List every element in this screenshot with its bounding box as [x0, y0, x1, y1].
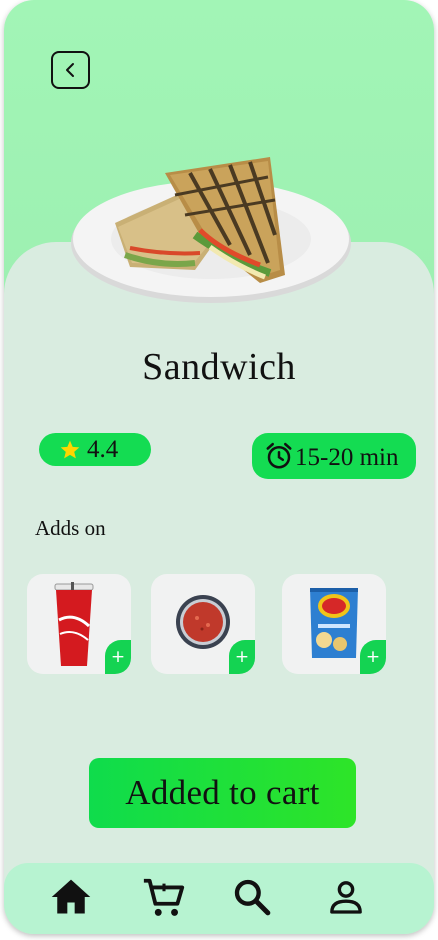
addon-item-chips[interactable]: +	[282, 574, 386, 674]
prep-time-value: 15-20 min	[295, 444, 399, 471]
star-icon	[60, 440, 80, 458]
addons-heading: Adds on	[35, 516, 106, 540]
chips-bag-icon	[310, 588, 358, 658]
tomato-soup-icon	[176, 595, 230, 649]
profile-icon[interactable]	[326, 877, 366, 917]
chevron-left-icon	[65, 63, 74, 77]
back-button[interactable]	[51, 51, 90, 89]
prep-time-badge: 15-20 min	[252, 433, 416, 479]
addon-item-soup[interactable]: +	[151, 574, 255, 674]
alarm-clock-icon	[266, 442, 292, 469]
cart-icon[interactable]	[141, 875, 187, 921]
product-title: Sandwich	[142, 346, 296, 388]
bottom-nav	[4, 863, 434, 934]
search-icon[interactable]	[232, 877, 272, 917]
add-to-cart-button[interactable]: Added to cart	[89, 758, 356, 828]
rating-value: 4.4	[87, 435, 119, 463]
addon-item-cola[interactable]: +	[27, 574, 131, 674]
rating-badge: 4.4	[39, 433, 151, 466]
home-icon[interactable]	[49, 875, 93, 919]
cola-cup-icon	[54, 582, 94, 666]
sandwich-image	[71, 157, 351, 303]
phone-screen: Sandwich 4.4 15-20 min Adds on + + + Add…	[4, 0, 434, 934]
